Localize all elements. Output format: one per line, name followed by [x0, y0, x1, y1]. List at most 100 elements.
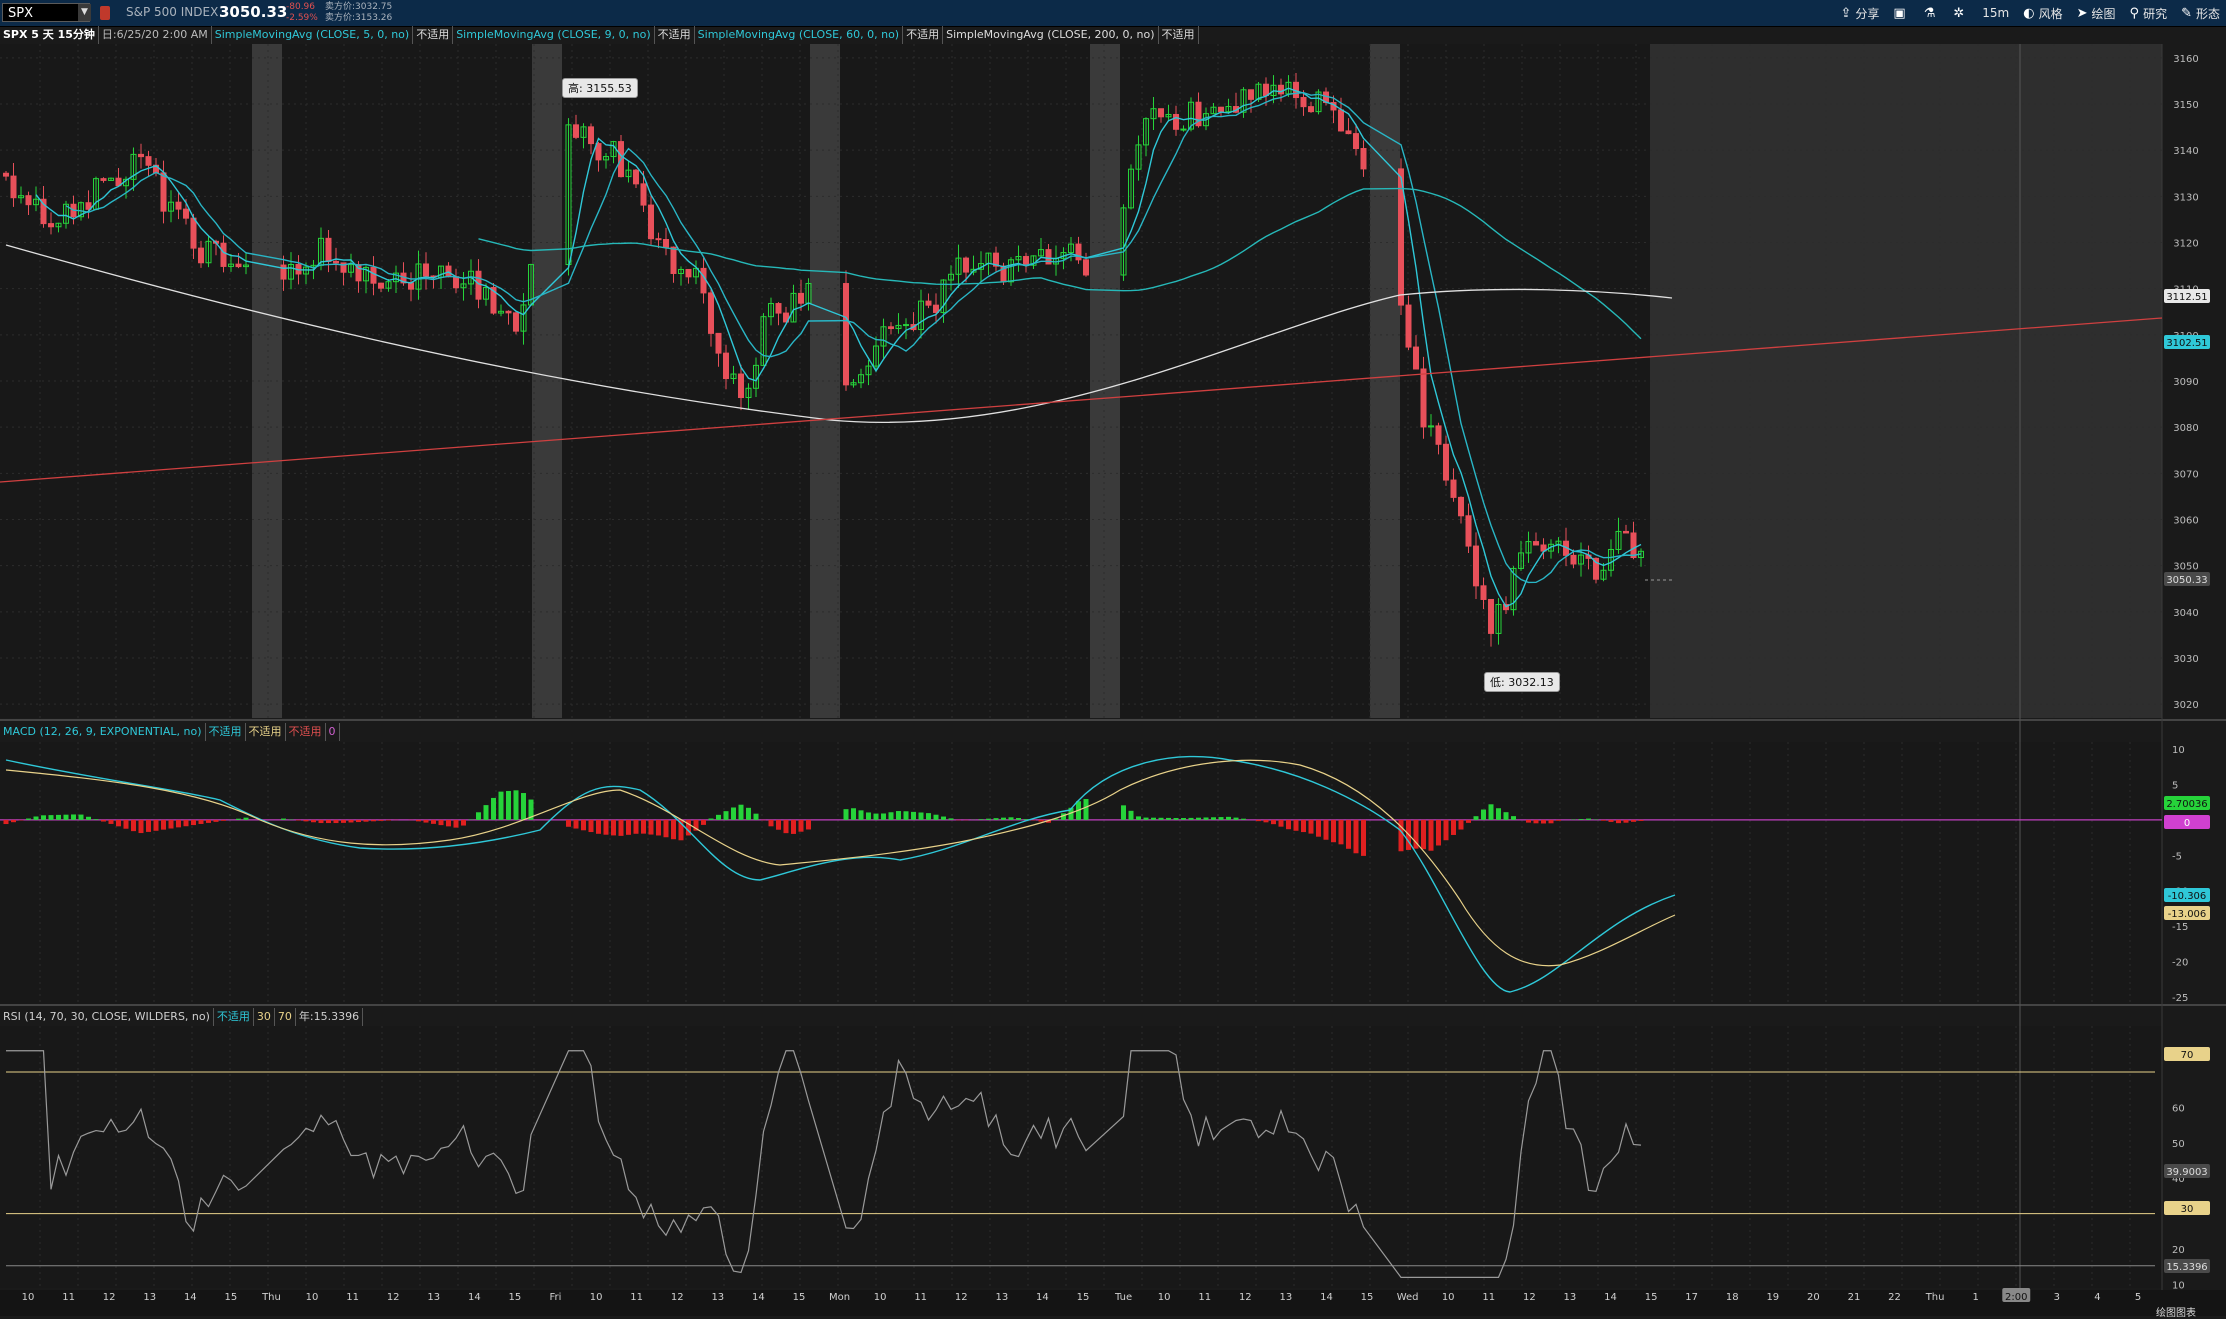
macd-hist-bar	[656, 820, 661, 836]
candle-body	[199, 248, 204, 263]
candle-body	[574, 125, 579, 138]
time-tick-2: 12	[103, 1292, 116, 1303]
macd-hist-bar	[11, 820, 16, 822]
macd-hist-bar	[431, 820, 436, 824]
macd-hist-bar	[776, 820, 781, 830]
price-tick-0: 3160	[2173, 54, 2198, 65]
macd-hist-bar	[574, 820, 579, 829]
price-tick-4: 3120	[2173, 239, 2198, 250]
candle-body	[476, 271, 481, 299]
candle-body	[1451, 480, 1456, 497]
candle-body	[1481, 586, 1486, 600]
candle-body	[1076, 244, 1081, 260]
time-tick-13: Fri	[550, 1292, 562, 1303]
time-tick-51: 4	[2094, 1292, 2100, 1303]
macd-hist-bar	[1309, 820, 1314, 834]
rsi-label-2: 30	[2181, 1204, 2194, 1215]
rsi-legend: RSI (14, 70, 30, CLOSE, WILDERS, no)不适用3…	[0, 1008, 363, 1026]
macd-hist-bar	[896, 811, 901, 820]
macd-hist-bar	[1211, 817, 1216, 820]
time-tick-35: 10	[1442, 1292, 1455, 1303]
macd-hist-bar	[491, 798, 496, 820]
macd-hist-bar	[641, 820, 646, 834]
candle-body	[686, 269, 691, 276]
footer-drawing-label[interactable]: 绘图图表	[2156, 1304, 2196, 1319]
macd-hist-bar	[521, 793, 526, 820]
rsi-label-1: 39.9003	[2166, 1167, 2207, 1178]
time-tick-25: 14	[1036, 1292, 1049, 1303]
time-tick-21: 10	[874, 1292, 887, 1303]
macd-hist-bar	[454, 820, 459, 828]
macd-hist-bar	[791, 820, 796, 834]
candle-body	[379, 283, 384, 288]
macd-hist-bar	[199, 820, 204, 824]
macd-hist-bar	[244, 818, 249, 820]
candle-body	[409, 283, 414, 289]
candle-body	[454, 277, 459, 288]
macd-hist-bar	[1631, 820, 1636, 822]
candle-body	[1466, 516, 1471, 546]
rsi-panel	[0, 1026, 2162, 1288]
time-tick-16: 12	[671, 1292, 684, 1303]
time-tick-5: 15	[225, 1292, 238, 1303]
macd-hist-bar	[806, 820, 811, 830]
macd-hist-bar	[919, 812, 924, 819]
macd-label-2: -10.306	[2168, 891, 2207, 902]
time-tick-47: Thu	[1925, 1292, 1945, 1303]
macd-hist-bar	[1181, 818, 1186, 820]
macd-hist-bar	[671, 820, 676, 839]
rsi-overbought: 70	[275, 1008, 296, 1026]
macd-study-label[interactable]: MACD (12, 26, 9, EXPONENTIAL, no)	[0, 723, 206, 741]
time-tick-12: 15	[509, 1292, 522, 1303]
macd-hist-bar	[619, 820, 624, 836]
candle-body	[1421, 369, 1426, 427]
macd-hist-bar	[979, 819, 984, 820]
candle-body	[596, 144, 601, 160]
time-tick-41: 17	[1685, 1292, 1698, 1303]
macd-hist-bar	[71, 814, 76, 819]
macd-hist-bar	[1331, 820, 1336, 842]
macd-hist-bar	[371, 820, 376, 821]
candle-body	[236, 264, 241, 266]
macd-hist-bar	[1346, 820, 1351, 849]
macd-hist-bar	[1556, 820, 1561, 821]
candle-body	[506, 311, 511, 313]
high-bubble: 高: 3155.53	[562, 78, 638, 98]
price-chart-canvas[interactable]: 3160315031403130312031103100309030803070…	[0, 0, 2226, 1316]
rsi-study-label[interactable]: RSI (14, 70, 30, CLOSE, WILDERS, no)	[0, 1008, 214, 1026]
macd-hist-bar	[1466, 820, 1471, 823]
candle-body	[1301, 98, 1306, 107]
macd-hist-bar	[1121, 805, 1126, 820]
macd-hist-bar	[1301, 820, 1306, 832]
price-tick-8: 3080	[2173, 423, 2198, 434]
rsi-oversold: 30	[254, 1008, 275, 1026]
candle-body	[281, 265, 286, 279]
low-bubble: 低: 3032.13	[1484, 672, 1560, 692]
candle-body	[1279, 85, 1284, 94]
macd-hist-bar	[1601, 820, 1606, 821]
macd-hist-bar	[1286, 820, 1291, 829]
time-tick-29: 11	[1198, 1292, 1211, 1303]
candle-body	[656, 239, 661, 240]
macd-hist-bar	[101, 820, 106, 822]
time-tick-26: 15	[1077, 1292, 1090, 1303]
macd-hist-bar	[206, 820, 211, 823]
time-tick-38: 13	[1564, 1292, 1577, 1303]
candle-body	[1024, 257, 1029, 266]
macd-hist-bar	[1354, 820, 1359, 853]
macd-hist-bar	[1204, 817, 1209, 819]
candle-body	[424, 264, 429, 276]
macd-hist-bar	[484, 805, 489, 820]
macd-hist-bar	[701, 820, 706, 825]
time-tick-37: 12	[1523, 1292, 1536, 1303]
candle-body	[1219, 107, 1224, 111]
macd-hist-bar	[724, 811, 729, 820]
candle-body	[1181, 129, 1186, 130]
macd-hist-bar	[664, 820, 669, 837]
macd-hist-bar	[1129, 811, 1134, 820]
macd-hist-bar	[1339, 820, 1344, 844]
candle-body	[701, 268, 706, 293]
candle-body	[1264, 84, 1269, 95]
macd-hist-bar	[131, 820, 136, 831]
macd-hist-bar	[1496, 808, 1501, 820]
